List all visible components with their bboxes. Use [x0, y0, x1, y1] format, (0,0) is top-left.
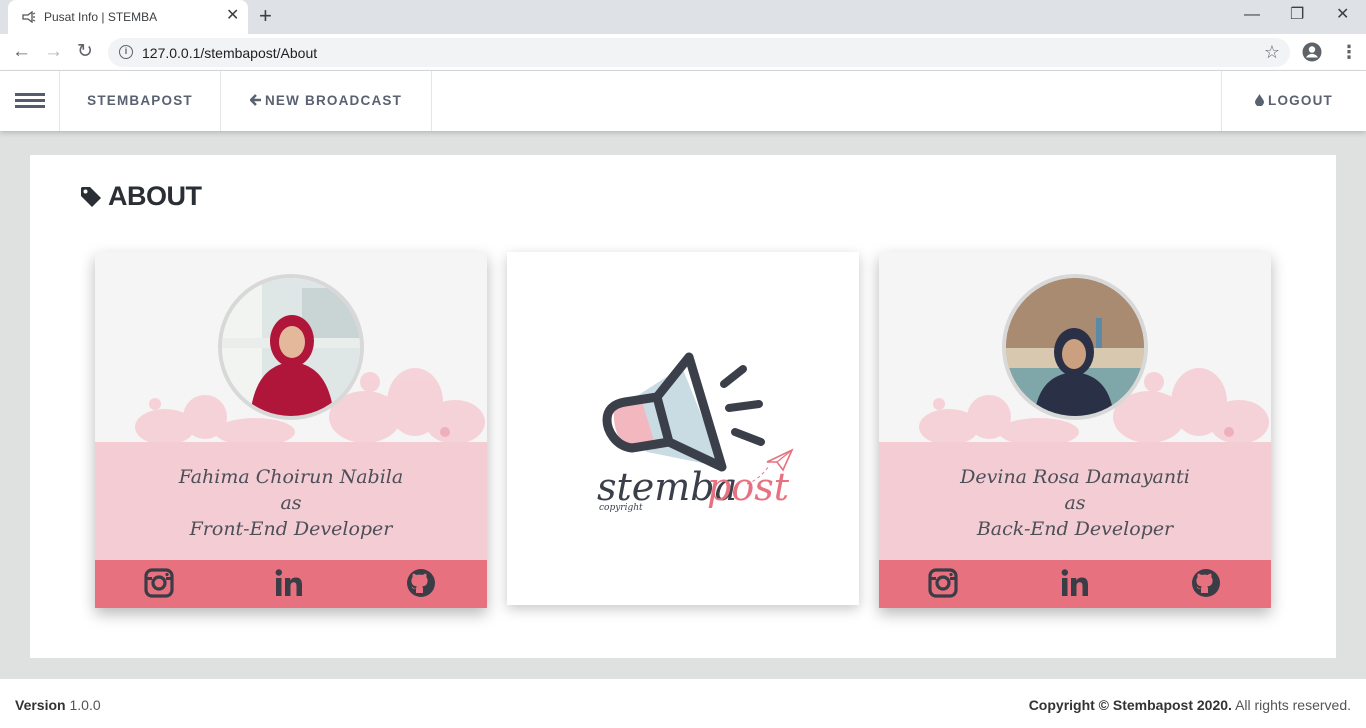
tab-title: Pusat Info | STEMBA [44, 10, 158, 24]
page-title: ABOUT [80, 181, 202, 212]
new-tab-button[interactable]: + [259, 5, 272, 27]
version-label: Version [15, 697, 66, 713]
drop-icon [1255, 94, 1265, 107]
forward-icon[interactable]: → [44, 42, 63, 62]
new-broadcast-label: NEW BROADCAST [264, 93, 403, 108]
copyright-info: Copyright © Stembapost 2020. All rights … [1029, 697, 1351, 713]
account-icon[interactable] [1302, 42, 1322, 62]
minimize-button[interactable]: — [1244, 6, 1260, 24]
instagram-icon[interactable] [927, 567, 959, 599]
browser-tab-strip: Pusat Info | STEMBA ✕ + — ❐ ✕ [0, 0, 1366, 34]
logo-copyright-text: copyright [599, 503, 643, 513]
social-links [879, 560, 1271, 608]
social-links [95, 560, 487, 608]
member-role: Back-End Developer [976, 518, 1174, 540]
arrow-left-icon [249, 94, 261, 106]
github-icon[interactable] [1190, 567, 1222, 599]
site-favicon-icon [22, 11, 36, 23]
app-header: STEMBAPOST NEW BROADCAST LOGOUT [0, 71, 1366, 131]
version-value: 1.0.0 [69, 697, 101, 713]
back-icon[interactable]: ← [12, 42, 31, 62]
megaphone-icon [602, 352, 765, 472]
team-card-fahima: Fahima Choirun Nabila as Front-End Devel… [95, 252, 487, 608]
browser-toolbar: ← → ↻ i 127.0.0.1/stembapost/About ☆ ⋮ [0, 34, 1366, 71]
version-info: Version 1.0.0 [15, 697, 101, 713]
profile-photo-fahima [222, 278, 360, 416]
hamburger-menu-icon[interactable] [0, 71, 60, 131]
member-info: Fahima Choirun Nabila as Front-End Devel… [95, 442, 487, 560]
close-window-button[interactable]: ✕ [1336, 6, 1349, 24]
linkedin-icon[interactable] [273, 567, 305, 599]
nav-brand-link[interactable]: STEMBAPOST [60, 71, 221, 131]
address-bar[interactable]: i 127.0.0.1/stembapost/About ☆ [108, 38, 1290, 67]
member-role: Front-End Developer [189, 518, 393, 540]
logout-label: LOGOUT [1268, 93, 1333, 108]
member-as: as [1064, 492, 1086, 514]
about-panel: ABOUT Fahima Choirun Nabila as Front-End… [30, 155, 1336, 658]
tag-icon [81, 187, 101, 207]
avatar-devina [1002, 274, 1148, 420]
tab-close-icon[interactable]: ✕ [226, 7, 239, 25]
stembapost-logo: stemba post copyright [597, 352, 794, 513]
bookmark-star-icon[interactable]: ☆ [1264, 42, 1280, 62]
page-footer: Version 1.0.0 Copyright © Stembapost 202… [0, 678, 1366, 728]
browser-tab[interactable]: Pusat Info | STEMBA ✕ [8, 0, 248, 34]
avatar-fahima [218, 274, 364, 420]
browser-menu-icon[interactable]: ⋮ [1340, 42, 1358, 62]
site-info-icon[interactable]: i [119, 45, 133, 59]
logo-word-post: post [707, 465, 790, 509]
team-card-devina: Devina Rosa Damayanti as Back-End Develo… [879, 252, 1271, 608]
logout-link[interactable]: LOGOUT [1221, 71, 1366, 131]
brand-label: STEMBAPOST [87, 93, 193, 108]
copyright-rest: All rights reserved. [1235, 697, 1351, 713]
profile-photo-devina [1006, 278, 1144, 416]
linkedin-icon[interactable] [1059, 567, 1091, 599]
github-icon[interactable] [405, 567, 437, 599]
copyright-bold: Copyright © Stembapost 2020. [1028, 697, 1232, 713]
member-as: as [280, 492, 302, 514]
instagram-icon[interactable] [143, 567, 175, 599]
reload-icon[interactable]: ↻ [77, 42, 93, 62]
member-info: Devina Rosa Damayanti as Back-End Develo… [879, 442, 1271, 560]
new-broadcast-link[interactable]: NEW BROADCAST [221, 71, 432, 131]
page-title-text: ABOUT [108, 181, 202, 211]
restore-button[interactable]: ❐ [1290, 6, 1304, 24]
member-name: Fahima Choirun Nabila [178, 466, 404, 488]
member-name: Devina Rosa Damayanti [960, 466, 1190, 488]
url-text[interactable]: 127.0.0.1/stembapost/About [142, 45, 317, 61]
stembapost-logo-card: stemba post copyright [507, 252, 859, 605]
